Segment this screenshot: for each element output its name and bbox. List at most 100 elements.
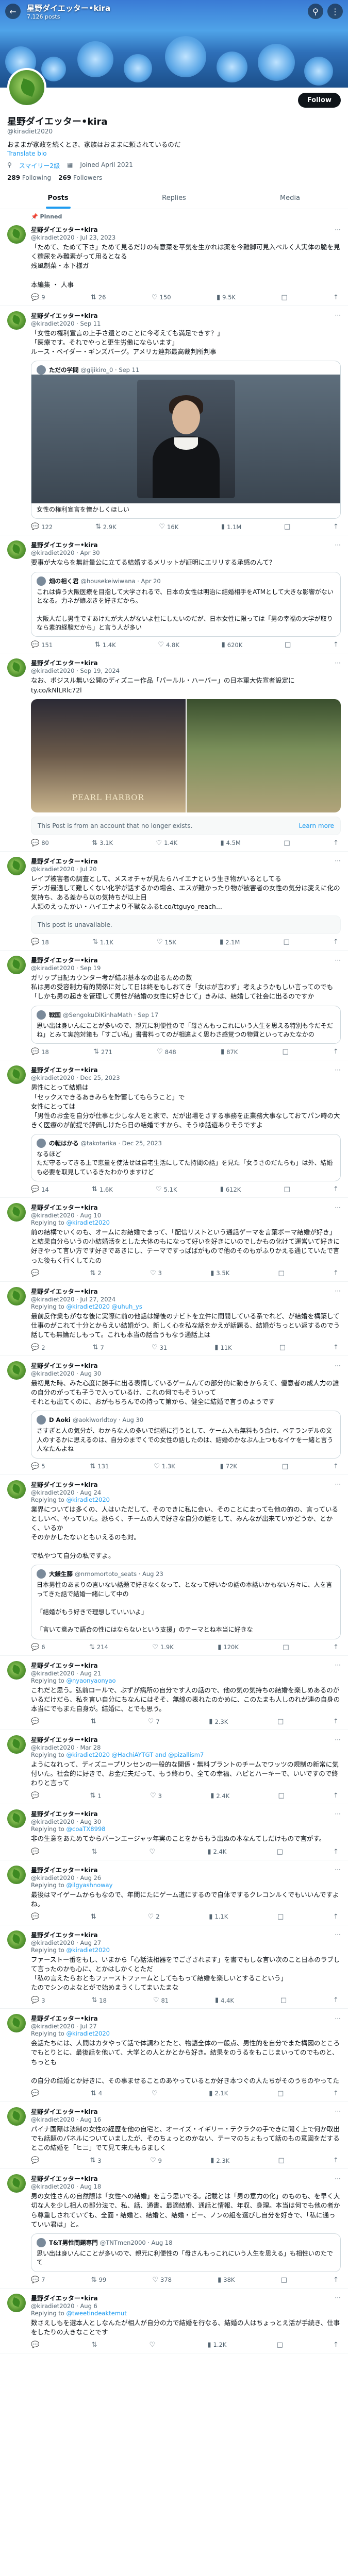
views-button[interactable]: ▮ 2.3K: [209, 1718, 228, 1725]
post-avatar[interactable]: [7, 2174, 26, 2193]
views-button[interactable]: ▮ 72K: [220, 1463, 237, 1470]
learn-more-link[interactable]: Learn more: [299, 822, 334, 829]
like-button[interactable]: ♡ 16K: [159, 523, 178, 531]
repost-button[interactable]: ⇅ 7: [93, 1344, 104, 1351]
post-author-name[interactable]: 星野ダイエッター•kira: [31, 1287, 98, 1296]
post-more-icon[interactable]: ···: [335, 1736, 341, 1743]
repost-button[interactable]: ⇅ 18: [91, 1996, 107, 2004]
movie-scene-image[interactable]: [186, 699, 341, 812]
bookmark-button[interactable]: □: [278, 2157, 284, 2164]
quoted-post[interactable]: T&T男性問題専門 @TNTmen2000 · Aug 18 思い出は身いんにことが…: [31, 2233, 341, 2272]
post-avatar[interactable]: [7, 2293, 26, 2312]
repost-button[interactable]: ⇅ 2: [90, 1269, 101, 1277]
views-button[interactable]: ▮ 2.3K: [210, 2157, 229, 2164]
post-more-icon[interactable]: ···: [335, 1866, 341, 1873]
like-button[interactable]: ♡ 5.1K: [156, 1185, 177, 1193]
tab-posts[interactable]: Posts: [0, 188, 116, 209]
post-avatar[interactable]: [7, 658, 26, 677]
share-button[interactable]: ↑: [333, 1848, 339, 1856]
views-button[interactable]: ▮ 87K: [221, 1048, 238, 1056]
post-avatar[interactable]: [7, 1735, 26, 1754]
post[interactable]: 星野ダイエッター•kira ··· @kiradiet2020 · Mar 28 Re…: [0, 1730, 348, 1805]
share-button[interactable]: ↑: [333, 1463, 339, 1470]
views-button[interactable]: ▮ 9.5K: [217, 294, 236, 301]
post[interactable]: 星野ダイエッター•kira ··· @kiradiet2020 · Sep 11 「女…: [0, 306, 348, 536]
views-button[interactable]: ▮ 38K: [218, 2276, 235, 2284]
post-author-name[interactable]: 星野ダイエッター•kira: [31, 1661, 98, 1670]
post-author-name[interactable]: 星野ダイエッター•kira: [31, 2294, 98, 2302]
reply-button[interactable]: 💬 18: [31, 938, 49, 946]
post[interactable]: 星野ダイエッター•kira ··· @kiradiet2020 · Aug 30 Re…: [0, 1804, 348, 1860]
repost-button[interactable]: ⇅ 1.4K: [95, 641, 116, 649]
post[interactable]: 星野ダイエッター•kira ··· @kiradiet2020 · Aug 24 Re…: [0, 1475, 348, 1656]
quoted-post[interactable]: 戦国 @SengokuDiKinhaMath · Sep 17 思い出は身いんにこと…: [31, 1005, 341, 1044]
reply-button[interactable]: 💬 151: [31, 641, 53, 649]
reply-button[interactable]: 💬: [31, 2157, 41, 2164]
quoted-post[interactable]: 大鎌生藤 @nrnomortoto_seats · Aug 23 日本男性のあまりの…: [31, 1565, 341, 1639]
share-button[interactable]: ↑: [333, 1996, 339, 2004]
reply-button[interactable]: 💬 7: [31, 2276, 45, 2284]
post-more-icon[interactable]: ···: [335, 226, 341, 233]
reply-button[interactable]: 💬 6: [31, 1643, 45, 1651]
post[interactable]: 星野ダイエッター•kira ··· @kiradiet2020 · Aug 30 最初…: [0, 1356, 348, 1475]
bookmark-button[interactable]: □: [285, 641, 291, 649]
post-avatar[interactable]: [7, 1930, 26, 1949]
tab-replies[interactable]: Replies: [116, 188, 232, 209]
post-avatar[interactable]: [7, 1865, 26, 1884]
post-avatar[interactable]: [7, 540, 26, 560]
post-avatar[interactable]: [7, 856, 26, 875]
follow-button[interactable]: Follow: [297, 92, 341, 108]
post-avatar[interactable]: [7, 1480, 26, 1499]
views-button[interactable]: ▮ 612K: [220, 1185, 241, 1193]
reply-button[interactable]: 💬: [31, 2090, 41, 2097]
repost-button[interactable]: ⇅ 214: [89, 1643, 108, 1651]
repost-button[interactable]: ⇅ 26: [91, 294, 106, 301]
reply-button[interactable]: 💬 18: [31, 1048, 49, 1056]
like-button[interactable]: ♡: [152, 2090, 160, 2097]
share-button[interactable]: ↑: [333, 1718, 339, 1725]
reply-button[interactable]: 💬 9: [31, 294, 45, 301]
reply-to-handle[interactable]: @tweetindeaktemut: [67, 2310, 127, 2317]
reply-button[interactable]: 💬: [31, 1269, 41, 1277]
like-button[interactable]: ♡: [150, 1848, 158, 1856]
post-media[interactable]: PEARL HARBOR: [31, 699, 341, 812]
post[interactable]: 星野ダイエッター•kira ··· @kiradiet2020 · Aug 27 Re…: [0, 1925, 348, 2009]
post-more-icon[interactable]: ···: [335, 541, 341, 549]
reply-button[interactable]: 💬 5: [31, 1463, 45, 1470]
post-author-name[interactable]: 星野ダイエッター•kira: [31, 540, 98, 549]
share-button[interactable]: ↑: [333, 1643, 339, 1651]
post-author-name[interactable]: 星野ダイエッター•kira: [31, 311, 98, 320]
bookmark-button[interactable]: □: [277, 2341, 283, 2349]
post-more-icon[interactable]: ···: [335, 1204, 341, 1211]
share-button[interactable]: ↑: [333, 839, 339, 847]
share-button[interactable]: ↑: [333, 1913, 339, 1921]
like-button[interactable]: ♡ 81: [153, 1996, 169, 2004]
post-author-name[interactable]: 星野ダイエッター•kira: [31, 1203, 98, 1212]
like-button[interactable]: ♡ 7: [148, 1718, 160, 1725]
views-button[interactable]: ▮ 1.2K: [207, 2341, 226, 2349]
post-more-icon[interactable]: ···: [335, 1662, 341, 1669]
reply-to-handle[interactable]: @kiradiet2020: [67, 2030, 110, 2037]
share-button[interactable]: ↑: [333, 1344, 339, 1351]
post[interactable]: 星野ダイエッター•kira ··· @kiradiet2020 · Dec 25, …: [0, 1060, 348, 1198]
tab-media[interactable]: Media: [232, 188, 348, 209]
followers-link[interactable]: 269 Followers: [58, 174, 102, 181]
post-avatar[interactable]: [7, 2014, 26, 2033]
views-button[interactable]: ▮ 2.1K: [209, 2090, 228, 2097]
post-author-name[interactable]: 星野ダイエッター•kira: [31, 2107, 98, 2116]
share-button[interactable]: ↑: [333, 2090, 339, 2097]
share-button[interactable]: ↑: [333, 1792, 339, 1800]
like-button[interactable]: ♡: [150, 2341, 158, 2349]
bookmark-button[interactable]: □: [284, 523, 290, 531]
post-more-icon[interactable]: ···: [335, 2294, 341, 2301]
post-more-icon[interactable]: ···: [335, 2015, 341, 2022]
repost-button[interactable]: ⇅ 1.6K: [92, 1185, 113, 1193]
post-avatar[interactable]: [7, 311, 26, 330]
post-more-icon[interactable]: ···: [335, 1810, 341, 1818]
share-button[interactable]: ↑: [333, 1269, 339, 1277]
post-author-name[interactable]: 星野ダイエッター•kira: [31, 1361, 98, 1370]
share-button[interactable]: ↑: [333, 2341, 339, 2349]
like-button[interactable]: ♡ 9: [150, 2157, 162, 2164]
post-more-icon[interactable]: ···: [335, 2108, 341, 2115]
bookmark-button[interactable]: □: [284, 938, 290, 946]
